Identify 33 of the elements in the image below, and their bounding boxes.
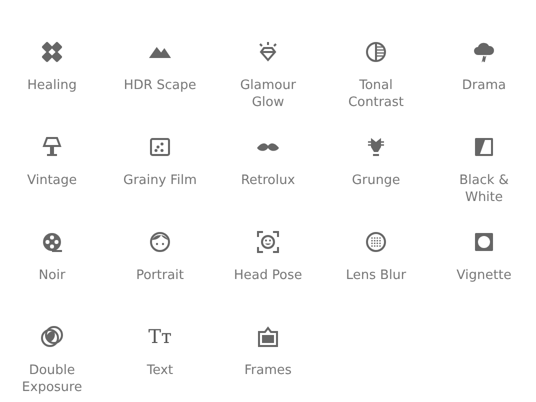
film-reel-icon [40,230,64,254]
cloud-icon [472,40,496,64]
tool-label[interactable]: Tonal Contrast [334,77,418,111]
tool-label[interactable]: Noir [38,267,66,284]
overlap-circles-icon [40,325,64,349]
dotted-frame-icon [148,135,172,159]
tool-label[interactable]: Text [146,362,174,379]
blur-dots-icon [364,230,388,254]
face-icon [148,230,172,254]
tool-label[interactable]: Portrait [136,267,184,284]
tool-label[interactable]: Double Exposure [10,362,94,396]
tool-label[interactable]: Grunge [352,172,400,189]
split-square-icon [472,135,496,159]
tool-label[interactable]: Drama [462,77,506,94]
tool-label[interactable]: Frames [244,362,292,379]
text-size-icon: Tᴛ [148,325,172,349]
tool-label[interactable]: Grainy Film [123,172,197,189]
frame-icon [256,325,280,349]
tool-label[interactable]: Lens Blur [346,267,406,284]
lamp-icon [40,135,64,159]
tool-label[interactable]: Vignette [456,267,512,284]
tool-label[interactable]: Retrolux [240,172,296,189]
tool-label[interactable]: Vintage [27,172,77,189]
mustache-icon [257,142,279,152]
tool-label[interactable]: Head Pose [234,267,302,284]
contrast-icon [364,40,388,64]
tool-label[interactable]: HDR Scape [124,77,196,94]
vignette-icon [472,230,496,254]
face-frame-icon [256,230,280,254]
mountains-icon [149,46,171,58]
tool-label[interactable]: Black & White [442,172,526,206]
tool-label[interactable]: Healing [27,77,77,94]
tool-label[interactable]: Glamour Glow [226,77,310,111]
